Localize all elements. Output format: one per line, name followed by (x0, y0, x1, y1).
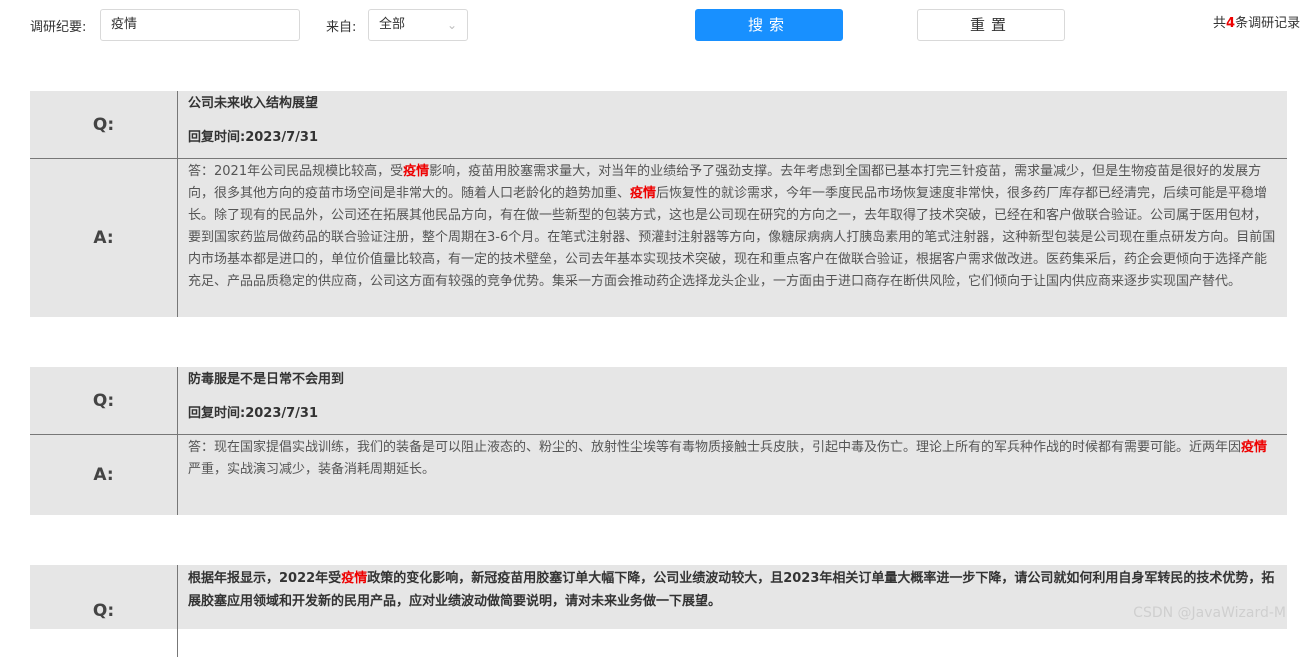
total-count: 4 (1226, 16, 1236, 31)
source-select[interactable]: 全部 ⌄ (368, 9, 468, 41)
keyword-input[interactable]: 疫情 (100, 9, 300, 41)
qa-item: Q: 根据年报显示，2022年受疫情政策的变化影响，新冠疫苗用胶塞订单大幅下降，… (30, 565, 1287, 657)
keyword-highlight: 疫情 (341, 571, 368, 586)
question-text: 公司未来收入结构展望 (188, 96, 319, 111)
answer-text: 答：现在国家提倡实战训练，我们的装备是可以阻止液态的、粉尘的、放射性尘埃等有毒物… (188, 440, 1268, 477)
reply-time: 回复时间:2023/7/31 (188, 406, 319, 421)
source-select-value: 全部 (379, 17, 406, 32)
answer-row: A: 答：2021年公司民品规模比较高，受疫情影响，疫苗用胶塞需求量大，对当年的… (30, 158, 1287, 317)
source-label: 来自: (326, 20, 357, 35)
keyword-highlight: 疫情 (403, 164, 430, 179)
reply-time: 回复时间:2023/7/31 (188, 130, 319, 145)
keyword-highlight: 疫情 (1241, 440, 1268, 455)
qa-item: Q: 公司未来收入结构展望 回复时间:2023/7/31 A: 答：2021年公… (30, 91, 1287, 317)
question-row: Q: 根据年报显示，2022年受疫情政策的变化影响，新冠疫苗用胶塞订单大幅下降，… (30, 565, 1287, 657)
question-text: 防毒服是不是日常不会用到 (188, 372, 345, 387)
watermark: CSDN @JavaWizard-M (1133, 605, 1286, 621)
search-button[interactable]: 搜索 (695, 9, 843, 41)
total-count-text: 共4条调研记录 (1213, 16, 1301, 31)
chevron-down-icon: ⌄ (446, 18, 457, 32)
keyword-label: 调研纪要: (30, 20, 87, 35)
a-tag: A: (30, 159, 178, 317)
question-row: Q: 防毒服是不是日常不会用到 回复时间:2023/7/31 (30, 367, 1287, 434)
answer-text: 答：2021年公司民品规模比较高，受疫情影响，疫苗用胶塞需求量大，对当年的业绩给… (188, 164, 1276, 289)
q-tag: Q: (30, 91, 178, 158)
keyword-highlight: 疫情 (630, 186, 657, 201)
qa-item: Q: 防毒服是不是日常不会用到 回复时间:2023/7/31 A: 答：现在国家… (30, 367, 1287, 515)
question-text: 根据年报显示，2022年受疫情政策的变化影响，新冠疫苗用胶塞订单大幅下降，公司业… (188, 571, 1275, 609)
reset-button[interactable]: 重置 (917, 9, 1065, 41)
a-tag: A: (30, 435, 178, 515)
answer-row: A: 答：现在国家提倡实战训练，我们的装备是可以阻止液态的、粉尘的、放射性尘埃等… (30, 434, 1287, 515)
q-tag: Q: (30, 565, 178, 657)
q-tag: Q: (30, 367, 178, 434)
question-row: Q: 公司未来收入结构展望 回复时间:2023/7/31 (30, 91, 1287, 158)
